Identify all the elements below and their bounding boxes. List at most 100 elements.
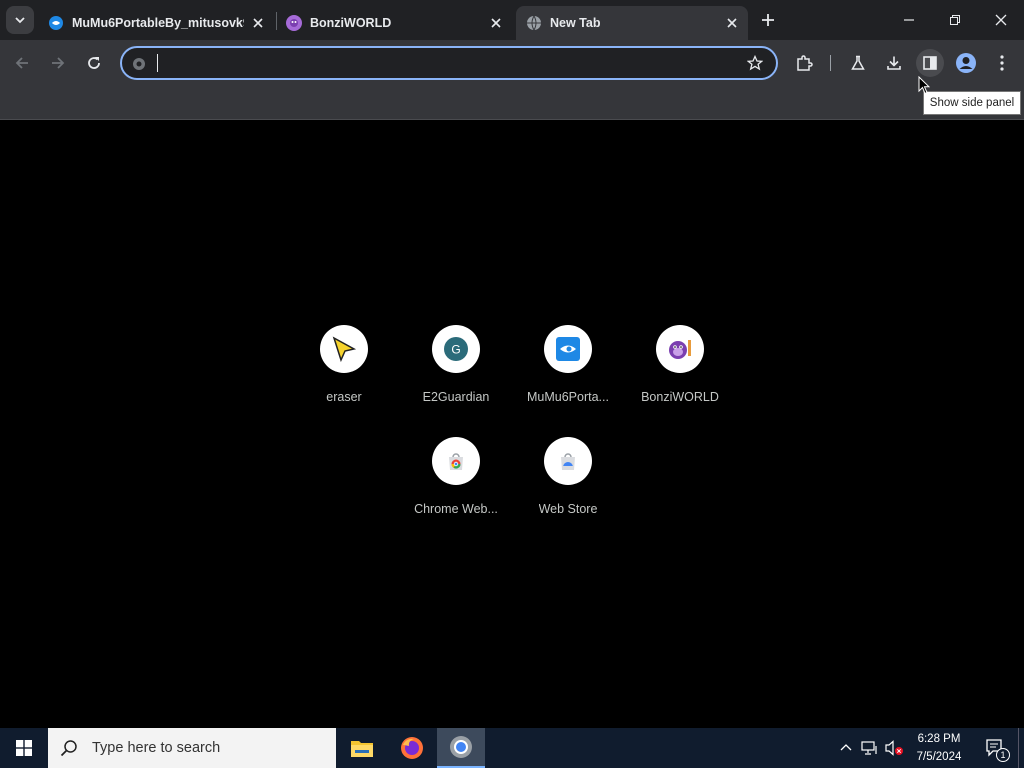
close-icon[interactable] xyxy=(724,15,740,31)
shortcut-icon-circle: G xyxy=(432,325,480,373)
shortcut-icon-circle xyxy=(320,325,368,373)
address-input[interactable] xyxy=(156,52,736,74)
side-panel-icon xyxy=(923,56,937,70)
taskbar-firefox[interactable] xyxy=(388,728,436,768)
notification-count-badge: 1 xyxy=(996,748,1010,762)
clock-time: 6:28 PM xyxy=(917,733,961,745)
shortcut-label: eraser xyxy=(326,390,362,404)
toolbar-divider xyxy=(830,55,831,71)
search-icon xyxy=(60,740,77,757)
bookmark-star-button[interactable] xyxy=(744,52,766,74)
network-status[interactable] xyxy=(860,738,880,758)
mumu-favicon-icon xyxy=(48,15,64,31)
forward-button[interactable] xyxy=(44,49,72,77)
taskbar-file-explorer[interactable] xyxy=(338,728,386,768)
show-hidden-icons-button[interactable] xyxy=(836,738,856,758)
close-icon[interactable] xyxy=(488,15,504,31)
side-panel-tooltip: Show side panel xyxy=(923,91,1021,115)
text-caret xyxy=(157,54,158,72)
reload-button[interactable] xyxy=(80,49,108,77)
volume-status[interactable] xyxy=(885,738,905,758)
shortcut-tile[interactable]: eraser xyxy=(288,325,400,425)
chevron-down-icon xyxy=(15,17,25,24)
cursor-arrow-icon xyxy=(332,336,357,362)
shortcut-icon-circle xyxy=(656,325,704,373)
windows-taskbar: Type here to search 6:28 PM 7/5/2024 1 xyxy=(0,728,1024,768)
bonzi-favicon-icon xyxy=(286,15,302,31)
volume-muted-icon xyxy=(885,740,903,756)
shortcut-tile[interactable]: Web Store xyxy=(512,437,624,537)
bonzi-icon xyxy=(669,340,691,359)
restore-icon xyxy=(950,15,960,25)
shortcut-label: E2Guardian xyxy=(422,390,490,404)
shortcut-tile[interactable]: MuMu6Porta... xyxy=(512,325,624,425)
kebab-menu-icon xyxy=(1000,55,1004,71)
browser-toolbar xyxy=(0,40,1024,120)
tab-title: MuMu6PortableBy_mitusovk98 xyxy=(72,16,244,30)
new-tab-page: eraser G E2Guardian MuMu6Porta... BonziW… xyxy=(0,121,1024,728)
start-button[interactable] xyxy=(0,728,48,768)
firefox-icon xyxy=(401,737,423,759)
chrome-web-store-icon xyxy=(449,453,463,470)
shortcut-label: Chrome Web... xyxy=(414,502,498,516)
svg-text:G: G xyxy=(451,343,460,357)
tab-title: New Tab xyxy=(550,16,601,30)
search-placeholder: Type here to search xyxy=(92,740,221,756)
back-button[interactable] xyxy=(8,49,36,77)
shortcut-label: MuMu6Porta... xyxy=(527,390,609,404)
star-icon xyxy=(747,55,763,71)
labs-button[interactable] xyxy=(844,49,872,77)
letter-g-icon: G xyxy=(444,337,468,361)
shortcut-tile[interactable]: Chrome Web... xyxy=(400,437,512,537)
minimize-icon xyxy=(904,19,914,21)
shortcut-icon-circle xyxy=(432,437,480,485)
download-icon xyxy=(887,56,901,70)
new-tab-button[interactable] xyxy=(756,8,780,32)
tab-title: BonziWORLD xyxy=(310,16,392,30)
taskbar-search-box[interactable]: Type here to search xyxy=(48,728,336,768)
globe-icon xyxy=(526,15,542,31)
flask-icon xyxy=(851,55,865,70)
clock-date: 7/5/2024 xyxy=(916,751,962,763)
network-icon xyxy=(861,741,877,755)
minimize-button[interactable] xyxy=(886,0,932,40)
restore-button[interactable] xyxy=(932,0,978,40)
side-panel-button[interactable] xyxy=(916,49,944,77)
show-desktop-button[interactable] xyxy=(1018,728,1019,768)
tab-search-button[interactable] xyxy=(6,6,34,34)
folder-icon xyxy=(351,741,373,757)
taskbar-chrome[interactable] xyxy=(437,728,485,768)
tab-mumu[interactable]: MuMu6PortableBy_mitusovk98 xyxy=(38,6,274,40)
shortcut-label: Web Store xyxy=(538,502,598,516)
plus-icon xyxy=(762,14,774,26)
shortcut-tile[interactable]: G E2Guardian xyxy=(400,325,512,425)
profile-button[interactable] xyxy=(952,49,980,77)
puzzle-icon xyxy=(797,55,813,71)
shortcut-tile[interactable]: BonziWORLD xyxy=(624,325,736,425)
chevron-up-icon xyxy=(840,744,852,751)
mumu-icon xyxy=(556,337,580,361)
mouse-cursor-icon xyxy=(918,76,930,95)
reload-icon xyxy=(88,57,100,69)
address-bar[interactable] xyxy=(120,46,778,80)
shortcut-label: BonziWORLD xyxy=(641,390,719,404)
web-store-icon xyxy=(561,453,575,470)
tab-new-tab[interactable]: New Tab xyxy=(516,6,748,40)
close-window-button[interactable] xyxy=(978,0,1024,40)
arrow-left-icon xyxy=(15,57,28,69)
system-clock[interactable]: 6:28 PM 7/5/2024 xyxy=(908,730,970,766)
notification-center-button[interactable]: 1 xyxy=(978,728,1014,768)
arrow-right-icon xyxy=(52,57,65,69)
menu-button[interactable] xyxy=(988,49,1016,77)
shortcut-icon-circle xyxy=(544,437,592,485)
downloads-button[interactable] xyxy=(880,49,908,77)
tab-strip: MuMu6PortableBy_mitusovk98 BonziWORLD Ne… xyxy=(0,0,1024,40)
close-icon xyxy=(995,14,1007,26)
extensions-button[interactable] xyxy=(790,49,818,77)
close-icon[interactable] xyxy=(250,15,266,31)
tab-bonziworld[interactable]: BonziWORLD xyxy=(276,6,512,40)
chrome-icon xyxy=(450,736,472,758)
shortcut-icon-circle xyxy=(544,325,592,373)
chrome-page-icon xyxy=(130,55,148,73)
screen: MuMu6PortableBy_mitusovk98 BonziWORLD Ne… xyxy=(0,0,1024,768)
